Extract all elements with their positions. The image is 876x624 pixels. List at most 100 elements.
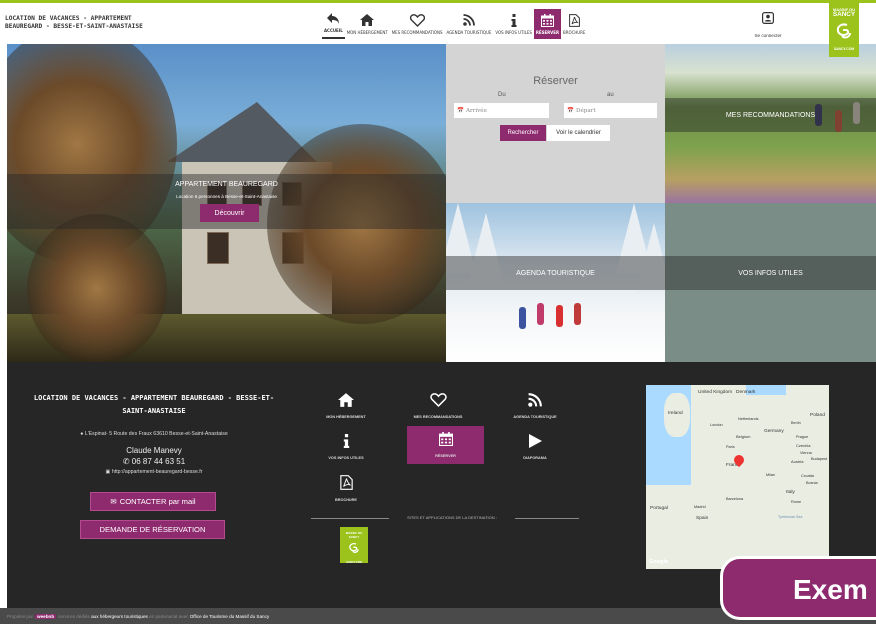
weebnb-logo[interactable]: weebnb [35, 613, 57, 619]
map-label: Paris [726, 445, 735, 449]
nav-label: ACCUEIL [324, 29, 343, 34]
nav-item-recommandations[interactable]: MES RECOMMANDATIONS [390, 3, 445, 39]
nav-label: BROCHURE [563, 31, 586, 36]
contact-mail-label: CONTACTER par mail [119, 497, 196, 506]
tree-foliage [27, 214, 167, 362]
view-calendar-button[interactable]: Voir le calendrier [547, 125, 610, 141]
partner-text: en partenariat avec [149, 613, 189, 619]
login-button[interactable]: Se connecter [751, 11, 785, 38]
footer-url[interactable]: ▣ http://appartement-beauregard-besse.fr [29, 469, 279, 475]
footer-nav-label: MON HÉBERGEMENT [326, 415, 366, 419]
calendar-small-icon: 📅 [567, 107, 574, 114]
footer-address-text: L'Espinat- 5 Route des Fraux 63610 Besse… [84, 431, 228, 437]
footer-nav-diaporama[interactable]: DIAPORAMA [499, 427, 571, 467]
footer-nav-reserver[interactable]: RÉSERVER [407, 426, 484, 464]
site-title-line1: Location de vacances - appartement [5, 15, 132, 22]
map-label: Poland [810, 413, 825, 418]
map-label: Prague [796, 435, 809, 439]
nav-item-reserver[interactable]: RÉSERVER [533, 9, 561, 39]
footer-contact-name: Claude Manevy [126, 446, 182, 455]
home-icon [360, 12, 375, 28]
window [207, 232, 229, 264]
tile-infos[interactable]: VOS INFOS UTILES [665, 203, 876, 362]
nav-item-agenda[interactable]: AGENDA TOURISTIQUE [444, 3, 493, 39]
discover-button[interactable]: Découvrir [200, 204, 259, 222]
footer-nav-label: AGENDA TOURISTIQUE [513, 415, 557, 419]
map-label: Rome [791, 500, 802, 504]
nav-item-brochure[interactable]: BROCHURE [561, 3, 587, 39]
rss-icon [463, 12, 475, 28]
example-badge-text: Exem [793, 574, 868, 605]
footer-phone[interactable]: ✆ 06 87 44 63 51 [29, 457, 279, 466]
nav-item-infos[interactable]: VOS INFOS UTILES [493, 3, 533, 39]
back-arrow-icon [326, 10, 340, 26]
office-tourisme-link[interactable]: Office de Tourisme du Massif du Sancy [190, 614, 270, 619]
map-label: Milan [766, 473, 776, 477]
map-attribution: Google [649, 559, 669, 565]
nav-item-accueil[interactable]: ACCUEIL [322, 3, 345, 39]
footer-nav-agenda[interactable]: AGENDA TOURISTIQUE [499, 386, 571, 426]
sancy-logo[interactable]: MASSIF DU SANCY SANCY.COM [829, 3, 859, 57]
footer-nav-recommandations[interactable]: MES RECOMMANDATIONS [402, 386, 474, 426]
rss-icon [528, 393, 542, 412]
footer-address: ● L'Espinat- 5 Route des Fraux 63610 Bes… [29, 431, 279, 437]
location-map[interactable]: United Kingdom Denmark Ireland Netherlan… [646, 385, 829, 569]
hebergeurs-link[interactable]: aux hébergeurs touristiques [91, 614, 148, 619]
header: Location de vacances - appartement Beaur… [0, 3, 876, 43]
app-logo-top: MASSIF DU SANCY [345, 531, 363, 539]
footer-nav-brochure[interactable]: BROCHURE [310, 468, 382, 508]
tile-recommandations[interactable]: MES RECOMMANDATIONS [665, 44, 876, 203]
sites-label: SITES ET APPLICATIONS DE LA DESTINATION … [407, 515, 497, 520]
home-icon [338, 393, 354, 412]
map-label: Czechia [796, 443, 811, 448]
nav-item-hebergement[interactable]: MON HÉBERGEMENT [345, 3, 390, 39]
heart-icon [409, 12, 425, 28]
envelope-icon: ✉ [110, 497, 117, 506]
footer-nav-label: DIAPORAMA [523, 456, 547, 460]
nav-label: MON HÉBERGEMENT [346, 31, 388, 36]
skier [556, 305, 563, 327]
departure-date-input[interactable]: 📅 Départ [564, 103, 657, 118]
reserver-title: Réserver [533, 75, 578, 87]
tile-agenda[interactable]: AGENDA TOURISTIQUE [446, 203, 665, 362]
map-label: Tyrrhenian Sea [778, 515, 803, 519]
footer-nav-label: BROCHURE [335, 497, 357, 502]
footer-nav-hebergement[interactable]: MON HÉBERGEMENT [310, 386, 382, 426]
map-label: Netherlands [738, 417, 759, 421]
map-label: Denmark [736, 390, 756, 395]
footer-nav-infos[interactable]: VOS INFOS UTILES [310, 427, 382, 467]
footer-url-text: http://appartement-beauregard-besse.fr [111, 469, 203, 475]
map-label: Spain [696, 516, 709, 521]
arrival-date-input[interactable]: 📅 Arrivée [454, 103, 549, 118]
map-label: Barcelona [726, 497, 744, 501]
map-label: Belgium [736, 434, 751, 439]
sancy-app-logo[interactable]: MASSIF DU SANCY SANCY.COM [340, 527, 368, 564]
skier [519, 307, 526, 329]
footer-nav-label: VOS INFOS UTILES [328, 456, 364, 460]
reserver-du-label: Du [498, 92, 506, 98]
divider [515, 518, 579, 519]
footer-phone-text: 06 87 44 63 51 [131, 457, 186, 466]
tile-infos-label: VOS INFOS UTILES [665, 256, 876, 290]
app-logo-bottom: SANCY.COM [346, 561, 362, 564]
brand-name: SANCY [832, 11, 856, 18]
calendar-icon [540, 12, 554, 28]
skier [574, 303, 581, 325]
booking-request-button[interactable]: DEMANDE DE RÉSERVATION [80, 520, 225, 539]
site-title[interactable]: Location de vacances - appartement Beaur… [5, 15, 175, 31]
services-text: services dédiés [58, 613, 90, 619]
map-label: Croatia [801, 473, 814, 478]
tile-hebergement[interactable]: APPARTEMENT BEAUREGARD Location 6 person… [7, 44, 446, 362]
map-label: Bosnia [806, 481, 818, 485]
calendar-small-icon: 📅 [457, 107, 464, 114]
nav-label: VOS INFOS UTILES [495, 31, 532, 36]
search-button[interactable]: Rechercher [500, 125, 546, 141]
contact-mail-button[interactable]: ✉ CONTACTER par mail [90, 492, 216, 511]
pdf-icon [568, 12, 580, 28]
calendar-icon [438, 432, 453, 451]
main-tile-title: APPARTEMENT BEAUREGARD [175, 181, 278, 188]
map-label: Budapest [811, 457, 828, 461]
map-label: Ireland [668, 411, 683, 416]
map-label: Italy [786, 490, 795, 495]
login-label: Se connecter [754, 33, 782, 38]
